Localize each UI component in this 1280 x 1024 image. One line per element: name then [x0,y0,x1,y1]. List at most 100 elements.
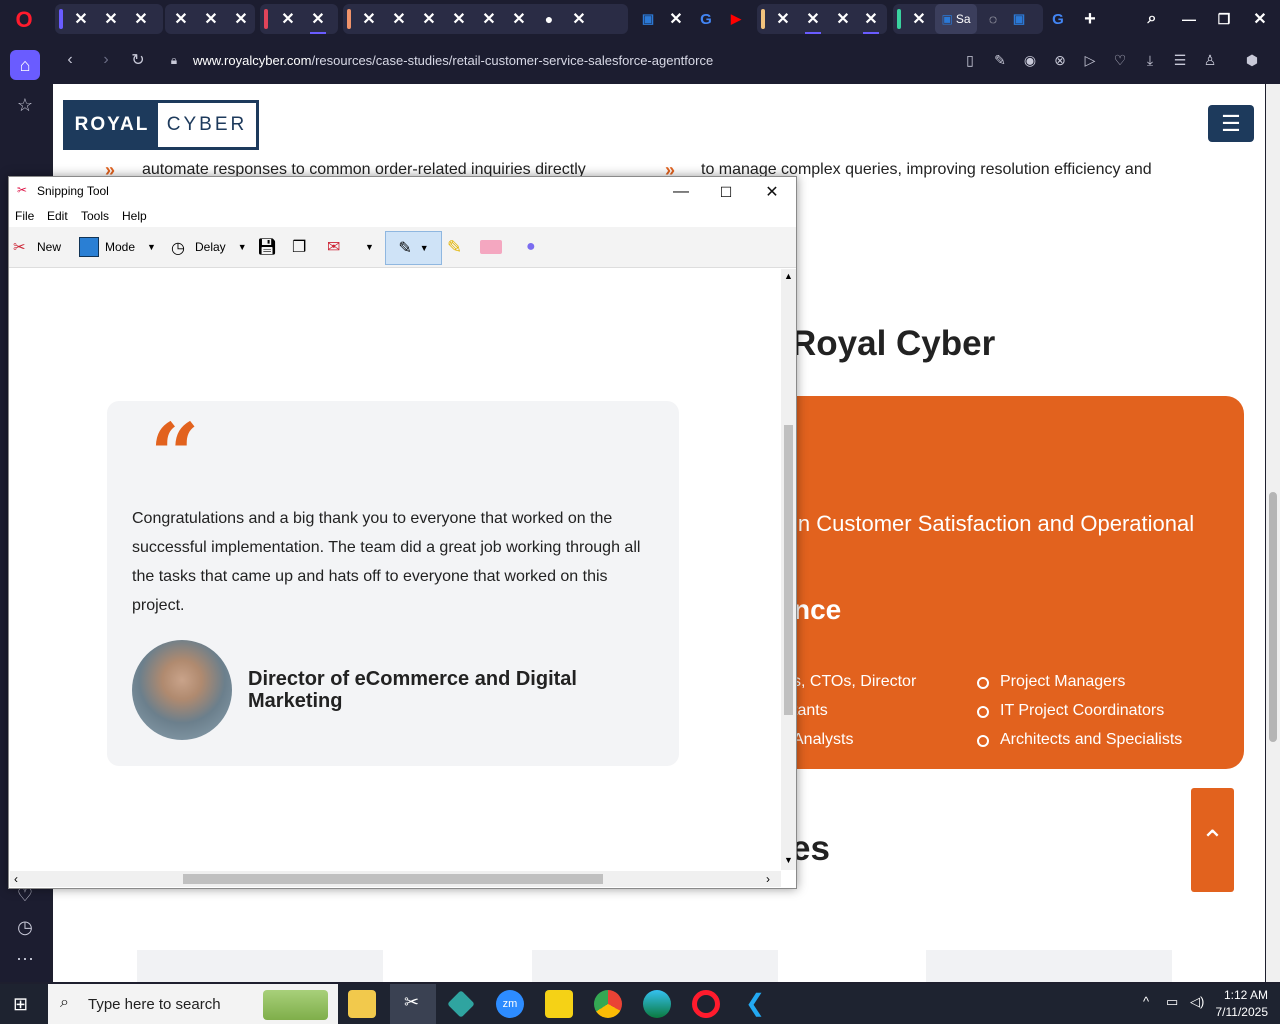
extension-icon[interactable]: ⬢ [1242,52,1262,69]
new-button[interactable]: ✂ New [13,235,61,259]
search-icon[interactable]: ⌕ [1138,4,1166,34]
minimize-button[interactable]: — [1175,4,1203,34]
menu-tools[interactable]: Tools [81,209,109,223]
active-tab[interactable]: ▣ Sa [935,4,977,34]
taskbar: ⊞ ⌕ Type here to search ✂ zm ❮ ^ ▭ ◁) 1:… [0,984,1280,1024]
tab[interactable]: ✕ [385,4,413,34]
opera-logo-icon[interactable]: O [12,8,36,32]
globe-tab-icon[interactable]: ● [535,4,563,34]
camera-icon[interactable]: ◉ [1020,52,1040,69]
menu-help[interactable]: Help [122,209,147,223]
tab[interactable]: ✕ [415,4,443,34]
star-icon[interactable]: ☆ [10,90,40,120]
google-tab-icon[interactable]: G [692,4,720,34]
tab[interactable]: ✕ [565,4,593,34]
menu-icon[interactable]: ☰ [1170,52,1190,69]
send-snip-icon[interactable]: ✉ [327,235,340,259]
tab[interactable]: ✕ [167,4,195,34]
lock-icon[interactable]: 🔒︎ [160,46,188,74]
scroll-to-top-button[interactable]: ⌃ [1191,788,1234,892]
download-icon[interactable]: ⤓ [1140,52,1160,69]
tab[interactable]: ✕ [355,4,383,34]
tab[interactable]: ✕ [857,4,885,34]
tab-group-5: ✕ ✕ ✕ ✕ [757,4,887,34]
forward-button[interactable]: › [92,46,120,74]
loading-icon: ◌ [988,11,998,27]
restore-button[interactable]: ❐ [1210,4,1238,34]
volume-icon[interactable]: ◁) [1190,994,1204,1010]
taskbar-search[interactable]: ⌕ Type here to search [48,984,338,1024]
menu-file[interactable]: File [15,209,34,223]
heart-icon[interactable]: ♡ [1110,52,1130,69]
tab[interactable]: ✕ [829,4,857,34]
outlook-tab-icon[interactable]: ▣ [1005,4,1033,34]
back-button[interactable]: ‹ [56,46,84,74]
tab[interactable]: ✕ [127,4,155,34]
opera-icon[interactable] [692,990,720,1018]
mode-button[interactable]: Mode ▼ [79,235,156,259]
snipping-tool-task-icon[interactable]: ✂ [390,984,436,1024]
hamburger-menu-button[interactable]: ☰ [1208,105,1254,142]
case-study-card[interactable] [137,950,383,982]
adblock-icon[interactable]: ⊗ [1050,52,1070,69]
app-icon[interactable] [447,990,475,1018]
maximize-button[interactable]: ☐ [704,179,748,205]
delay-button[interactable]: ◷ Delay ▼ [171,235,247,259]
home-icon[interactable]: ⌂ [10,50,40,80]
royal-cyber-logo[interactable]: ROYAL CYBER [63,100,259,150]
send-dropdown-icon[interactable]: ▼ [365,235,374,259]
sticky-notes-icon[interactable] [545,990,573,1018]
windows-start-icon[interactable]: ⊞ [13,994,33,1014]
vscode-icon[interactable]: ❮ [741,990,769,1018]
profile-icon[interactable]: ♙ [1200,52,1220,69]
copy-icon[interactable]: ❐ [292,235,306,259]
zoom-icon[interactable]: zm [496,990,524,1018]
edit-icon[interactable]: ✎ [990,52,1010,69]
more-icon[interactable]: ⋯ [10,944,40,974]
clock[interactable]: 1:12 AM 7/11/2025 [1212,987,1269,1021]
vertical-scrollbar[interactable]: ▲ ▼ [781,269,796,870]
tab[interactable]: ✕ [905,4,933,34]
minimize-button[interactable]: — [659,179,703,205]
tab[interactable]: ✕ [799,4,827,34]
menu-edit[interactable]: Edit [47,209,68,223]
tab[interactable]: ✕ [274,4,302,34]
pen-button[interactable]: ✎ ▼ [385,231,442,265]
case-study-card[interactable] [926,950,1172,982]
outlook-tab-icon[interactable]: ▣ [634,4,662,34]
save-icon[interactable]: 💾︎ [257,235,277,259]
tab[interactable]: ✕ [769,4,797,34]
chevron-up-icon[interactable]: ^ [1143,994,1149,1009]
history-icon[interactable]: ◷ [10,912,40,942]
eraser-icon[interactable] [480,240,502,254]
tab[interactable]: ✕ [505,4,533,34]
case-study-card[interactable] [532,950,778,982]
close-button[interactable]: ✕ [750,179,794,205]
page-scrollbar[interactable] [1266,84,1280,982]
tab[interactable]: ✕ [197,4,225,34]
tab[interactable]: ✕ [662,4,690,34]
tab[interactable]: ✕ [97,4,125,34]
youtube-tab-icon[interactable]: ▶ [722,4,750,34]
reload-button[interactable]: ↻ [124,46,152,74]
network-icon[interactable]: ▭ [1166,994,1178,1010]
send-icon[interactable]: ▷ [1080,52,1100,69]
tab[interactable]: ✕ [475,4,503,34]
tab[interactable]: ✕ [304,4,332,34]
close-window-button[interactable]: ✕ [1246,4,1274,34]
file-explorer-icon[interactable] [348,990,376,1018]
highlighter-icon[interactable]: ✎ [447,235,462,259]
reader-icon[interactable]: ▯ [960,52,980,69]
new-tab-button[interactable]: + [1076,4,1104,34]
google-tab-icon[interactable]: G [1044,4,1072,34]
edge-icon[interactable] [643,990,671,1018]
tab[interactable]: ✕ [227,4,255,34]
chrome-icon[interactable] [594,990,622,1018]
audience-item: IT Project Coordinators [1000,702,1165,719]
tab[interactable]: ✕ [67,4,95,34]
tab[interactable]: ✕ [445,4,473,34]
audience-item: s, CTOs, Director [793,673,917,690]
url-text[interactable]: www.royalcyber.com/resources/case-studie… [193,53,713,68]
horizontal-scrollbar[interactable]: ‹ › [10,871,781,887]
paint3d-icon[interactable]: ● [526,235,536,259]
